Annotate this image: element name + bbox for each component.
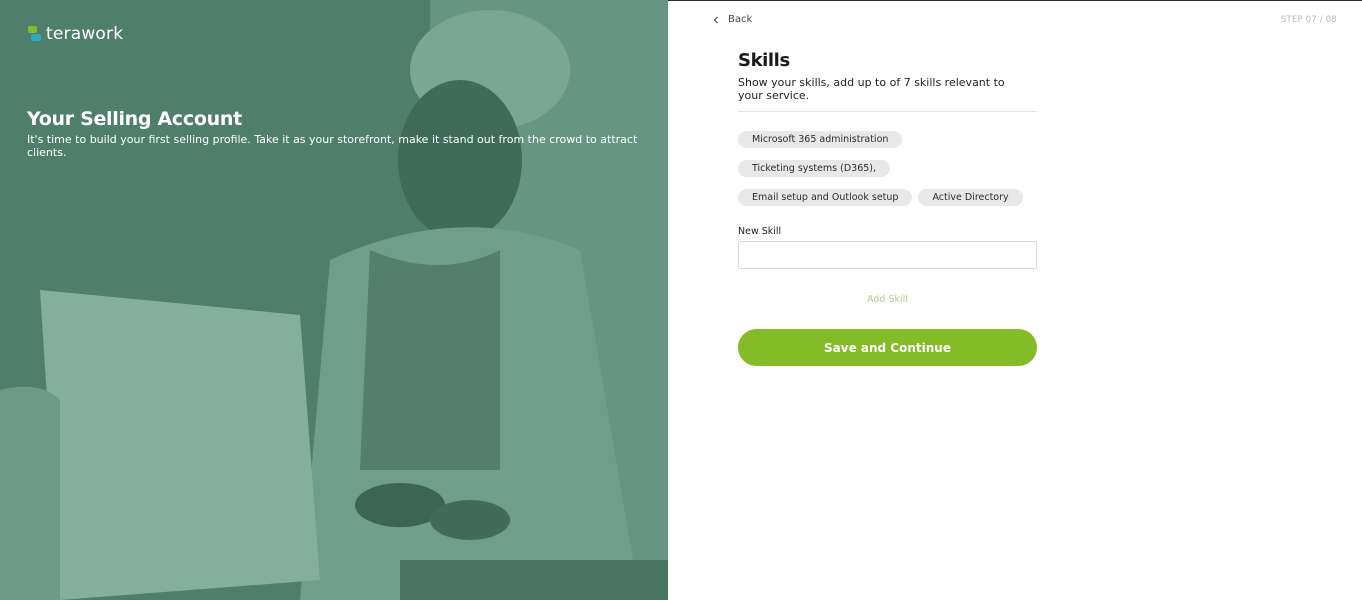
- skills-description: Show your skills, add up to of 7 skills …: [738, 76, 1005, 102]
- skill-chips: Microsoft 365 administration Ticketing s…: [738, 131, 1037, 206]
- new-skill-input[interactable]: [738, 241, 1037, 269]
- skill-chip[interactable]: Email setup and Outlook setup: [738, 189, 913, 206]
- hero-panel: terawork Your Selling Account It's time …: [0, 0, 668, 600]
- back-button[interactable]: Back: [712, 14, 752, 25]
- back-label: Back: [728, 14, 753, 25]
- terawork-logo[interactable]: terawork: [27, 24, 123, 44]
- step-indicator: STEP 07 / 08: [1280, 15, 1337, 25]
- skill-chip[interactable]: Ticketing systems (D365),: [738, 160, 891, 177]
- hero-subtitle: It's time to build your first selling pr…: [27, 133, 638, 159]
- skill-chip[interactable]: Active Directory: [918, 189, 1023, 206]
- add-skill-button[interactable]: Add Skill: [738, 294, 1037, 305]
- skills-form: Skills Show your skills, add up to of 7 …: [738, 50, 1037, 366]
- hero-title: Your Selling Account: [27, 108, 242, 130]
- chevron-left-icon: [713, 16, 718, 23]
- divider: [738, 111, 1037, 112]
- new-skill-label: New Skill: [738, 226, 782, 237]
- save-and-continue-button[interactable]: Save and Continue: [738, 329, 1037, 366]
- hero-background-photo: [0, 0, 668, 600]
- skill-chip[interactable]: Microsoft 365 administration: [738, 131, 903, 148]
- terawork-logo-icon: [28, 26, 41, 41]
- brand-name: terawork: [46, 24, 124, 44]
- page-title: Skills: [738, 50, 790, 71]
